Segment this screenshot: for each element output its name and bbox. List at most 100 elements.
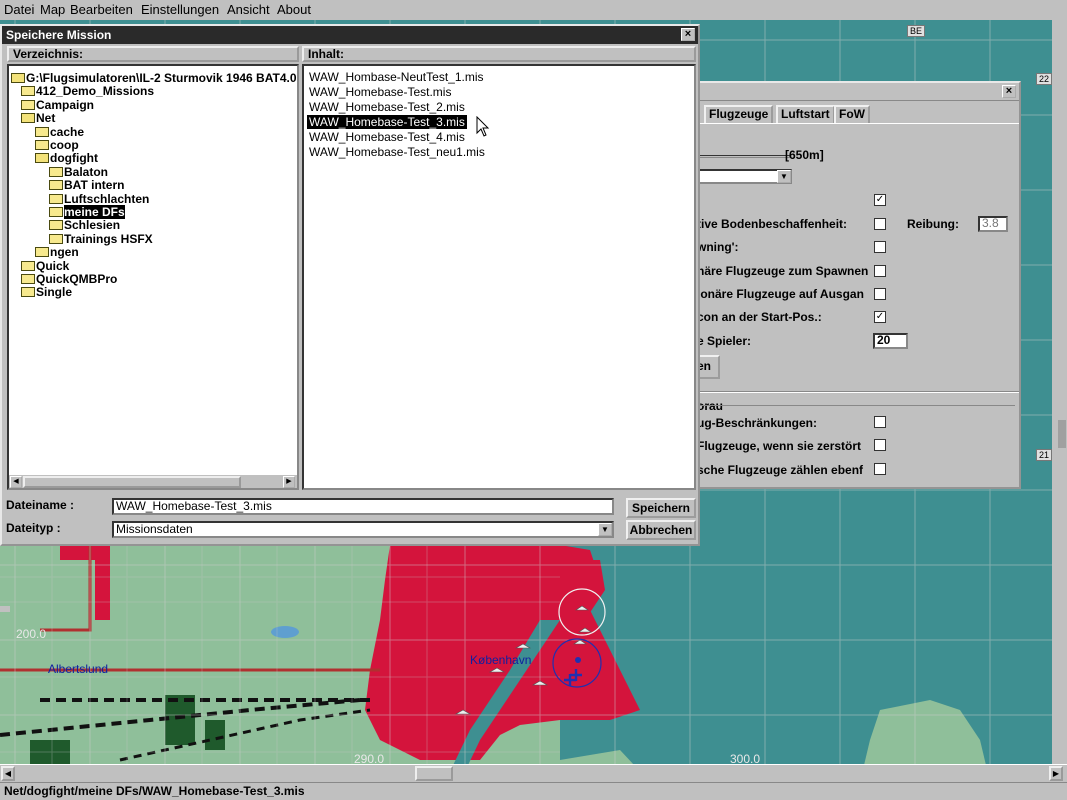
tree-item[interactable]: 412_Demo_Missions bbox=[21, 85, 154, 98]
folder-icon bbox=[49, 220, 63, 231]
tree-item[interactable]: BAT intern bbox=[49, 179, 124, 192]
max-players-input[interactable]: 20 bbox=[873, 333, 908, 349]
folder-icon bbox=[49, 180, 63, 191]
settings-checkbox-3[interactable] bbox=[874, 265, 886, 277]
tab-divider bbox=[682, 123, 1019, 124]
tree-item[interactable]: Campaign bbox=[21, 97, 95, 112]
tree-item-label: Schlesien bbox=[64, 218, 121, 233]
settings-row-label: näre Flugzeuge zum Spawnen bbox=[697, 264, 869, 278]
mission-settings-window: × Flugzeuge Luftstart FoW [650m] ▼ ✓ tiv… bbox=[680, 81, 1021, 489]
save-dialog-title: Speichere Mission bbox=[2, 26, 698, 44]
settings-dropdown-arrow[interactable]: ▼ bbox=[777, 170, 791, 183]
tree-item[interactable]: dogfight bbox=[35, 152, 98, 165]
settings-group-row-label: Flugzeuge, wenn sie zerstört bbox=[697, 439, 862, 453]
settings-row-label: tive Bodenbeschaffenheit: bbox=[697, 217, 848, 231]
ruler-label-21: 21 bbox=[1036, 449, 1053, 461]
reibung-input[interactable]: 3.8 bbox=[978, 216, 1008, 232]
settings-row-label: e Spieler: bbox=[697, 334, 752, 348]
tab-luftstart[interactable]: Luftstart bbox=[776, 105, 835, 123]
tree-item-label: Net bbox=[36, 111, 56, 126]
settings-checkbox-1[interactable] bbox=[874, 218, 886, 230]
folder-icon bbox=[35, 247, 49, 258]
tree-item[interactable]: Quick bbox=[21, 258, 70, 273]
settings-close-button[interactable]: × bbox=[1002, 85, 1016, 98]
tree-item-label: ngen bbox=[50, 245, 79, 260]
file-item[interactable]: WAW_Hombase-NeutTest_1.mis bbox=[307, 70, 486, 84]
cancel-button[interactable]: Abbrechen bbox=[626, 520, 696, 540]
tree-item-label: Quick bbox=[36, 258, 70, 273]
scroll-left-icon[interactable]: ◀ bbox=[10, 476, 22, 488]
tree-item-label: Balaton bbox=[64, 164, 109, 179]
folder-icon bbox=[35, 153, 49, 164]
tree-item-label: Campaign bbox=[36, 97, 95, 112]
folder-icon bbox=[49, 233, 63, 244]
map-scroll-left-icon[interactable]: ◀ bbox=[1, 766, 15, 781]
tree-item-label: QuickQMBPro bbox=[36, 272, 118, 286]
settings-checkbox-0[interactable]: ✓ bbox=[874, 194, 886, 206]
scroll-right-icon[interactable]: ▶ bbox=[283, 476, 295, 488]
tree-item[interactable]: Trainings HSFX bbox=[49, 231, 153, 246]
settings-checkbox-2[interactable] bbox=[874, 241, 886, 253]
file-item[interactable]: WAW_Homebase-Test_neu1.mis bbox=[307, 145, 487, 159]
tree-item-label: Trainings HSFX bbox=[64, 231, 153, 246]
tree-item[interactable]: coop bbox=[35, 139, 79, 152]
filetype-dropdown-icon[interactable]: ▼ bbox=[598, 523, 612, 536]
file-item[interactable]: WAW_Homebase-Test_3.mis bbox=[307, 115, 467, 129]
settings-group-checkbox-1[interactable] bbox=[874, 439, 886, 451]
files-header: Inhalt: bbox=[302, 46, 696, 62]
map-hscrollbar[interactable]: ◀ ▶ bbox=[0, 764, 1067, 782]
settings-row-label: wning': bbox=[697, 240, 739, 254]
tree-scroll-thumb[interactable] bbox=[23, 476, 241, 488]
settings-checkbox-5[interactable]: ✓ bbox=[874, 311, 886, 323]
file-list[interactable]: WAW_Hombase-NeutTest_1.mis WAW_Homebase-T… bbox=[302, 64, 696, 490]
settings-group-checkbox-2[interactable] bbox=[874, 463, 886, 475]
settings-group-checkbox-0[interactable] bbox=[874, 416, 886, 428]
tree-item[interactable]: ngen bbox=[35, 246, 79, 259]
tree-item-label: 412_Demo_Missions bbox=[36, 84, 155, 99]
save-dialog-close-button[interactable]: × bbox=[681, 28, 695, 41]
map-label-albertslund: Albertslund bbox=[48, 662, 109, 676]
group-line bbox=[682, 405, 1015, 406]
file-item[interactable]: WAW_Homebase-Test.mis bbox=[307, 85, 453, 99]
file-item[interactable]: WAW_Homebase-Test_4.mis bbox=[307, 130, 467, 144]
menu-ansicht[interactable]: Ansicht bbox=[227, 2, 270, 18]
directory-tree[interactable]: G:\Flugsimulatoren\IL-2 Sturmovik 1946 B… bbox=[7, 64, 299, 490]
tab-fow[interactable]: FoW bbox=[834, 105, 870, 123]
menu-bearbeiten[interactable]: Bearbeiten bbox=[70, 2, 133, 18]
file-item[interactable]: WAW_Homebase-Test_2.mis bbox=[307, 100, 467, 114]
folder-icon bbox=[21, 113, 35, 124]
save-mission-dialog: Speichere Mission × Verzeichnis: G:\Flug… bbox=[0, 24, 700, 546]
tree-item[interactable]: Balaton bbox=[49, 164, 109, 179]
filename-label: Dateiname : bbox=[6, 498, 75, 512]
folder-icon bbox=[35, 126, 49, 137]
tree-item[interactable]: G:\Flugsimulatoren\IL-2 Sturmovik 1946 B… bbox=[11, 72, 297, 85]
tree-item[interactable]: cache bbox=[35, 125, 84, 139]
tree-item[interactable]: QuickQMBPro bbox=[21, 273, 117, 286]
tree-item-label: G:\Flugsimulatoren\IL-2 Sturmovik 1946 B… bbox=[26, 71, 297, 85]
reibung-label: Reibung: bbox=[907, 217, 959, 231]
ruler-label-22: 22 bbox=[1036, 73, 1053, 85]
filetype-select[interactable]: Missionsdaten bbox=[112, 521, 614, 538]
filetype-label: Dateityp : bbox=[6, 521, 61, 535]
menu-about[interactable]: About bbox=[277, 2, 311, 18]
tree-item[interactable]: Single bbox=[21, 286, 72, 299]
tree-item[interactable]: Luftschlachten bbox=[49, 192, 149, 206]
tree-item-label: coop bbox=[50, 138, 79, 152]
folder-icon bbox=[21, 260, 35, 271]
save-button[interactable]: Speichern bbox=[626, 498, 696, 518]
group-divider bbox=[682, 391, 1019, 393]
menu-map[interactable]: Map bbox=[40, 2, 65, 18]
filename-input[interactable]: WAW_Homebase-Test_3.mis bbox=[112, 498, 614, 515]
menu-einstellungen[interactable]: Einstellungen bbox=[141, 2, 219, 18]
settings-checkbox-4[interactable] bbox=[874, 288, 886, 300]
tree-item[interactable]: Schlesien bbox=[49, 219, 120, 232]
map-scroll-right-icon[interactable]: ▶ bbox=[1049, 766, 1063, 781]
tree-item-label: dogfight bbox=[50, 151, 98, 166]
folder-icon bbox=[49, 207, 63, 217]
menu-datei[interactable]: Datei bbox=[4, 2, 34, 18]
tab-flugzeuge[interactable]: Flugzeuge bbox=[704, 105, 774, 123]
tree-item[interactable]: meine DFs bbox=[49, 205, 125, 219]
map-scroll-thumb[interactable] bbox=[415, 766, 453, 781]
tree-hscrollbar[interactable]: ◀ ▶ bbox=[9, 474, 297, 488]
tree-item[interactable]: Net bbox=[21, 112, 55, 125]
